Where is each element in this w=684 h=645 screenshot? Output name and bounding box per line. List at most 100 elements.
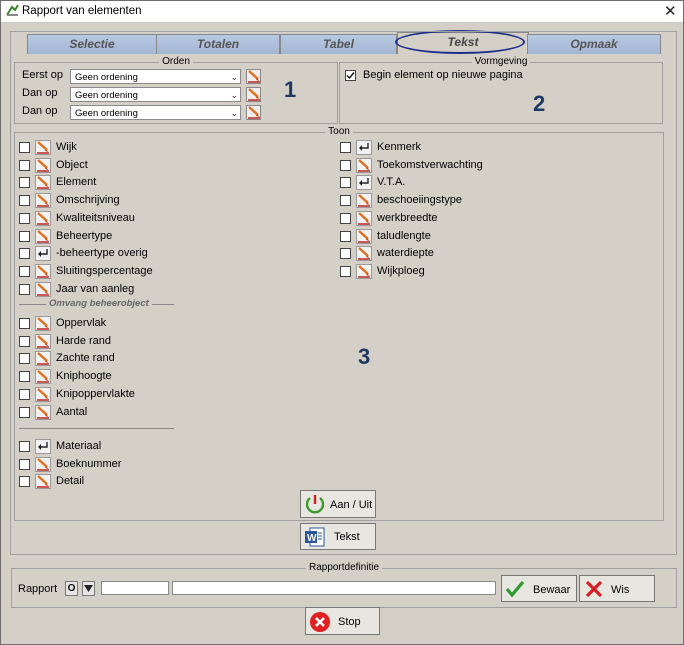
rapport-name-input[interactable] bbox=[172, 581, 496, 595]
field-edit-button[interactable] bbox=[35, 140, 51, 155]
field-edit-button[interactable] bbox=[35, 351, 51, 367]
sort-edit-button[interactable] bbox=[246, 105, 261, 120]
wis-button[interactable]: Wis bbox=[579, 575, 655, 602]
field-label: Sluitingspercentage bbox=[56, 264, 153, 277]
checkmark-icon bbox=[505, 579, 525, 602]
field-edit-button[interactable] bbox=[35, 456, 51, 472]
field-edit-button[interactable] bbox=[35, 386, 51, 402]
field-edit-button[interactable] bbox=[35, 228, 51, 244]
field-edit-button[interactable] bbox=[356, 263, 372, 279]
field-checkbox[interactable] bbox=[340, 159, 351, 171]
field-checkbox[interactable] bbox=[340, 248, 351, 260]
rapport-code-input[interactable] bbox=[101, 581, 169, 595]
field-label: taludlengte bbox=[377, 229, 431, 242]
rapportdefinitie-title: Rapportdefinitie bbox=[305, 562, 383, 573]
field-checkbox[interactable] bbox=[19, 230, 30, 242]
field-checkbox[interactable] bbox=[19, 159, 30, 171]
tekst-button-label: Tekst bbox=[334, 531, 360, 543]
field-label: Element bbox=[56, 176, 97, 189]
toggle-all-button[interactable]: Aan / Uit bbox=[300, 490, 376, 518]
field-edit-button[interactable] bbox=[356, 140, 372, 155]
field-checkbox[interactable] bbox=[19, 441, 30, 452]
stop-label: Stop bbox=[338, 616, 361, 628]
field-edit-button[interactable] bbox=[35, 157, 51, 173]
tekst-button[interactable]: W Tekst bbox=[300, 523, 376, 550]
field-edit-button[interactable] bbox=[356, 210, 372, 226]
field-checkbox[interactable] bbox=[19, 476, 30, 488]
field-label: Wijk bbox=[56, 141, 77, 153]
chevron-down-icon: ⌄ bbox=[230, 108, 238, 118]
cross-icon bbox=[584, 579, 604, 602]
field-checkbox[interactable] bbox=[19, 318, 30, 329]
field-edit-button[interactable] bbox=[35, 474, 51, 490]
vormgeving-title: Vormgeving bbox=[471, 56, 531, 67]
sort-edit-button[interactable] bbox=[246, 87, 261, 102]
field-edit-button[interactable] bbox=[356, 228, 372, 244]
marker-3: 3 bbox=[358, 344, 371, 369]
field-label: Omschrijving bbox=[56, 194, 120, 207]
field-edit-button[interactable] bbox=[35, 316, 51, 331]
title-bar: Rapport van elementen ✕ bbox=[1, 1, 683, 23]
wis-label: Wis bbox=[611, 584, 630, 596]
field-checkbox[interactable] bbox=[19, 388, 30, 400]
field-checkbox[interactable] bbox=[19, 353, 30, 365]
field-checkbox[interactable] bbox=[19, 142, 30, 153]
app-icon bbox=[6, 4, 19, 20]
field-edit-button[interactable] bbox=[35, 246, 51, 262]
omvang-label: Omvang beheerobject bbox=[46, 298, 152, 309]
field-checkbox[interactable] bbox=[19, 283, 30, 295]
rapport-label: Rapport bbox=[18, 583, 58, 595]
marker-2: 2 bbox=[533, 91, 546, 116]
field-edit-button[interactable] bbox=[35, 210, 51, 226]
sort-select[interactable]: Geen ordening ⌄ bbox=[70, 69, 241, 84]
field-checkbox[interactable] bbox=[19, 212, 30, 224]
field-edit-button[interactable] bbox=[356, 193, 372, 209]
o-button[interactable]: O bbox=[65, 581, 78, 596]
sort-select[interactable]: Geen ordening ⌄ bbox=[70, 87, 241, 102]
field-edit-button[interactable] bbox=[35, 333, 51, 349]
field-checkbox[interactable] bbox=[19, 248, 30, 260]
field-checkbox[interactable] bbox=[19, 265, 30, 277]
field-edit-button[interactable] bbox=[35, 369, 51, 385]
field-label: Detail bbox=[56, 475, 85, 488]
sort-select-value: Geen ordening bbox=[75, 90, 138, 101]
field-checkbox[interactable] bbox=[19, 195, 30, 207]
dropdown-button[interactable] bbox=[82, 581, 95, 596]
field-edit-button[interactable] bbox=[35, 175, 51, 191]
field-label: Aantal bbox=[56, 405, 88, 418]
field-checkbox[interactable] bbox=[340, 142, 351, 153]
new-page-checkbox[interactable] bbox=[345, 70, 356, 81]
field-checkbox[interactable] bbox=[340, 177, 351, 189]
word-icon: W bbox=[304, 526, 326, 551]
field-checkbox[interactable] bbox=[19, 406, 30, 418]
chevron-down-icon: ⌄ bbox=[230, 90, 238, 100]
sort-select[interactable]: Geen ordening ⌄ bbox=[70, 105, 241, 120]
field-checkbox[interactable] bbox=[19, 177, 30, 189]
field-edit-button[interactable] bbox=[35, 439, 51, 454]
bewaar-button[interactable]: Bewaar bbox=[501, 575, 577, 602]
field-checkbox[interactable] bbox=[340, 230, 351, 242]
field-edit-button[interactable] bbox=[35, 404, 51, 420]
window-title: Rapport van elementen bbox=[22, 5, 142, 17]
sort-edit-button[interactable] bbox=[246, 69, 261, 84]
field-edit-button[interactable] bbox=[35, 193, 51, 209]
field-label: Object bbox=[56, 158, 88, 171]
field-edit-button[interactable] bbox=[35, 263, 51, 279]
close-icon[interactable]: ✕ bbox=[664, 2, 677, 20]
field-checkbox[interactable] bbox=[19, 335, 30, 347]
field-edit-button[interactable] bbox=[356, 157, 372, 173]
field-label: Toekomstverwachting bbox=[377, 158, 483, 171]
field-label: V.T.A. bbox=[377, 176, 406, 189]
field-edit-button[interactable] bbox=[356, 246, 372, 262]
bottom-separator bbox=[19, 428, 174, 429]
field-edit-button[interactable] bbox=[35, 281, 51, 297]
field-checkbox[interactable] bbox=[19, 458, 30, 470]
field-checkbox[interactable] bbox=[19, 371, 30, 383]
stop-button[interactable]: Stop bbox=[305, 607, 380, 635]
field-checkbox[interactable] bbox=[340, 265, 351, 277]
field-checkbox[interactable] bbox=[340, 212, 351, 224]
field-checkbox[interactable] bbox=[340, 195, 351, 207]
orden-row-label: Dan op bbox=[22, 87, 58, 99]
field-label: Kwaliteitsniveau bbox=[56, 211, 135, 224]
field-edit-button[interactable] bbox=[356, 175, 372, 191]
